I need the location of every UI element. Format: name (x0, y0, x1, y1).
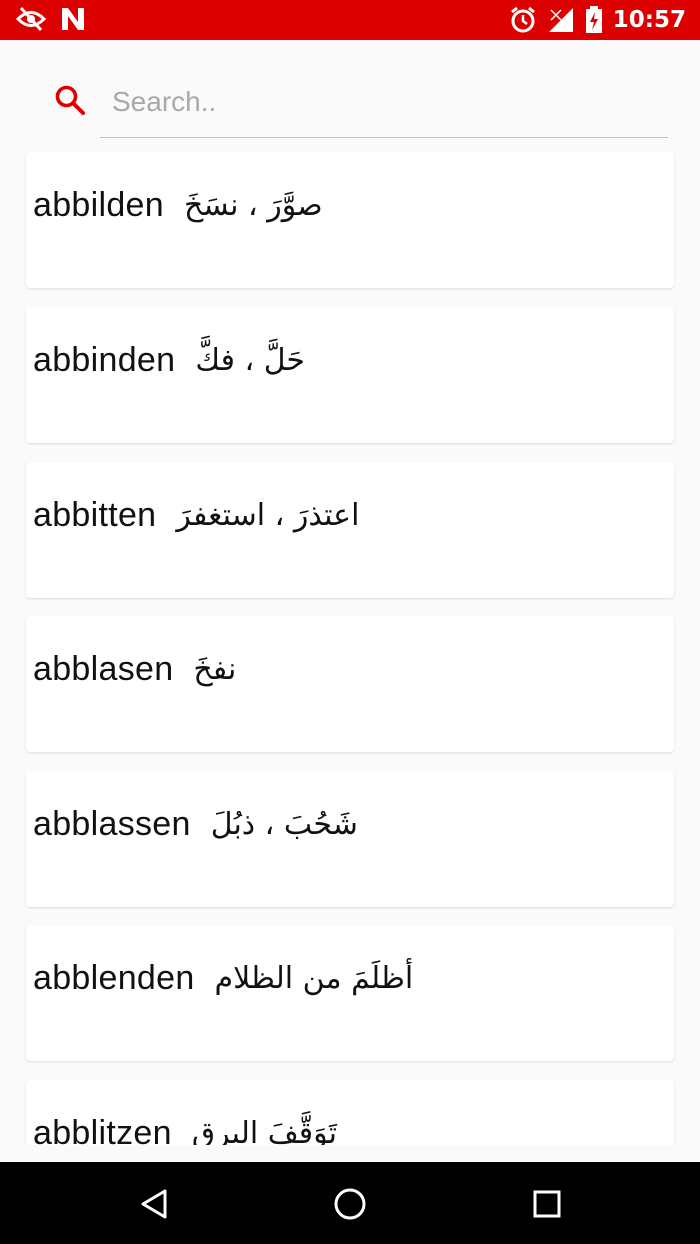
list-item[interactable]: abbilden صوَّرَ ، نسَخَ (26, 152, 674, 288)
search-input[interactable] (100, 66, 668, 138)
status-left-icons (15, 6, 86, 32)
n-badge-icon (60, 6, 86, 32)
signal-off-icon (547, 6, 575, 34)
list-item[interactable]: abbitten اعتذرَ ، استغفرَ (26, 462, 674, 598)
list-item[interactable]: abblasen نفخَ (26, 616, 674, 752)
navigation-bar (0, 1162, 700, 1244)
eye-off-icon (15, 6, 47, 32)
german-word: abblassen (33, 805, 191, 843)
back-triangle-icon[interactable] (132, 1182, 176, 1226)
search-icon[interactable] (54, 84, 86, 116)
status-bar: 10:57 (0, 0, 700, 40)
german-word: abbinden (33, 341, 176, 379)
arabic-translation: اعتذرَ ، استغفرَ (176, 498, 360, 533)
german-word: abbilden (33, 186, 164, 224)
arabic-translation: أظلَمَ من الظلام (214, 961, 414, 996)
german-word: abblitzen (33, 1114, 172, 1145)
german-word: abblasen (33, 650, 174, 688)
arabic-translation: تَوَقَّفَ البرق (191, 1116, 337, 1145)
home-circle-icon[interactable] (328, 1182, 372, 1226)
arabic-translation: حَلَّ ، فكَّ (195, 343, 305, 378)
arabic-translation: شَحُبَ ، ذبُلَ (210, 807, 358, 842)
list-item[interactable]: abblassen شَحُبَ ، ذبُلَ (26, 771, 674, 907)
german-word: abbitten (33, 496, 157, 534)
word-list: abbilden صوَّرَ ، نسَخَ abbinden حَلَّ ،… (0, 152, 700, 1145)
status-right-icons: 10:57 (509, 5, 686, 35)
arabic-translation: صوَّرَ ، نسَخَ (183, 188, 323, 223)
list-item[interactable]: abblenden أظلَمَ من الظلام (26, 925, 674, 1061)
battery-charging-icon (585, 6, 603, 34)
list-item[interactable]: abblitzen تَوَقَّفَ البرق (26, 1080, 674, 1145)
alarm-icon (509, 6, 537, 34)
german-word: abblenden (33, 959, 195, 997)
status-time: 10:57 (612, 7, 686, 33)
search-bar (0, 40, 700, 152)
arabic-translation: نفخَ (193, 652, 237, 687)
list-item[interactable]: abbinden حَلَّ ، فكَّ (26, 307, 674, 443)
recents-square-icon[interactable] (525, 1182, 569, 1226)
